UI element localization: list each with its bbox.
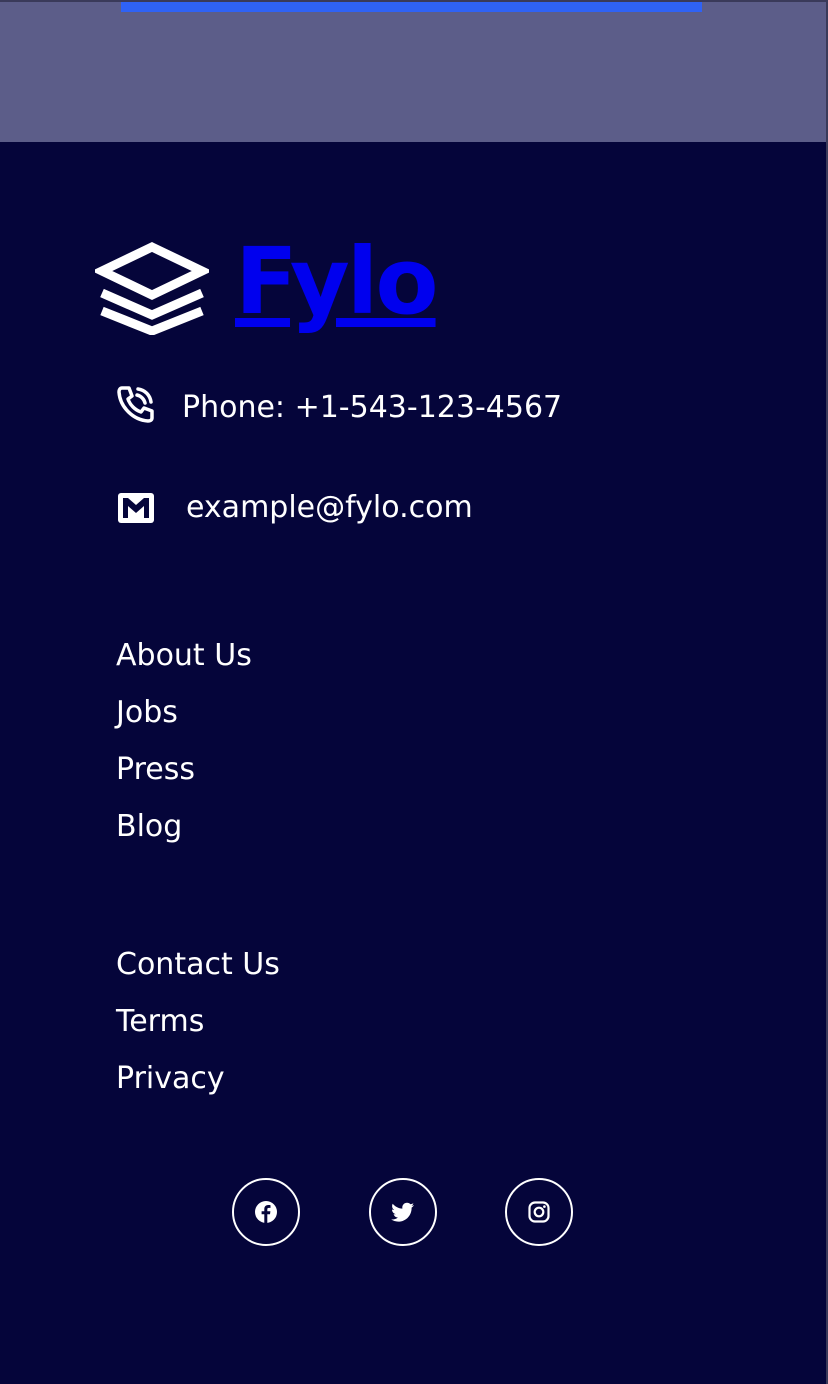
facebook-icon — [255, 1201, 277, 1223]
press-link[interactable]: Press — [116, 752, 195, 787]
blog-link[interactable]: Blog — [116, 809, 182, 844]
list-item: Privacy — [116, 1061, 280, 1118]
window-edge-top — [0, 0, 828, 2]
brand-name: Fylo — [235, 228, 439, 335]
social-links — [0, 1178, 826, 1246]
facebook-button[interactable] — [232, 1178, 300, 1246]
list-item: Terms — [116, 1004, 280, 1061]
instagram-button[interactable] — [505, 1178, 573, 1246]
list-item: About Us — [116, 638, 252, 695]
footer-links-primary: About Us Jobs Press Blog — [116, 638, 252, 866]
phone-ringing-icon — [117, 386, 154, 423]
twitter-button[interactable] — [369, 1178, 437, 1246]
phone-text: Phone: +1-543-123-4567 — [182, 390, 563, 425]
stacked-layers-icon — [95, 242, 209, 335]
jobs-link[interactable]: Jobs — [116, 695, 178, 730]
contact-us-link[interactable]: Contact Us — [116, 947, 280, 982]
contact-phone: Phone: +1-543-123-4567 — [116, 384, 562, 424]
list-item: Jobs — [116, 695, 252, 752]
list-item: Press — [116, 752, 252, 809]
footer-links-secondary: Contact Us Terms Privacy — [116, 947, 280, 1118]
twitter-icon — [391, 1202, 414, 1222]
instagram-icon — [528, 1201, 550, 1223]
brand-logo[interactable]: Fylo — [95, 236, 439, 335]
mail-icon — [118, 493, 154, 523]
contact-email: example@fylo.com — [116, 488, 473, 528]
email-link[interactable]: example@fylo.com — [186, 493, 473, 523]
list-item: Contact Us — [116, 947, 280, 1004]
accent-bar — [121, 2, 702, 12]
privacy-link[interactable]: Privacy — [116, 1061, 225, 1096]
top-section — [0, 0, 828, 142]
terms-link[interactable]: Terms — [116, 1004, 204, 1039]
site-footer: Fylo Phone: +1-543-123-4567 example@fylo… — [0, 142, 826, 1384]
about-us-link[interactable]: About Us — [116, 638, 252, 673]
list-item: Blog — [116, 809, 252, 866]
